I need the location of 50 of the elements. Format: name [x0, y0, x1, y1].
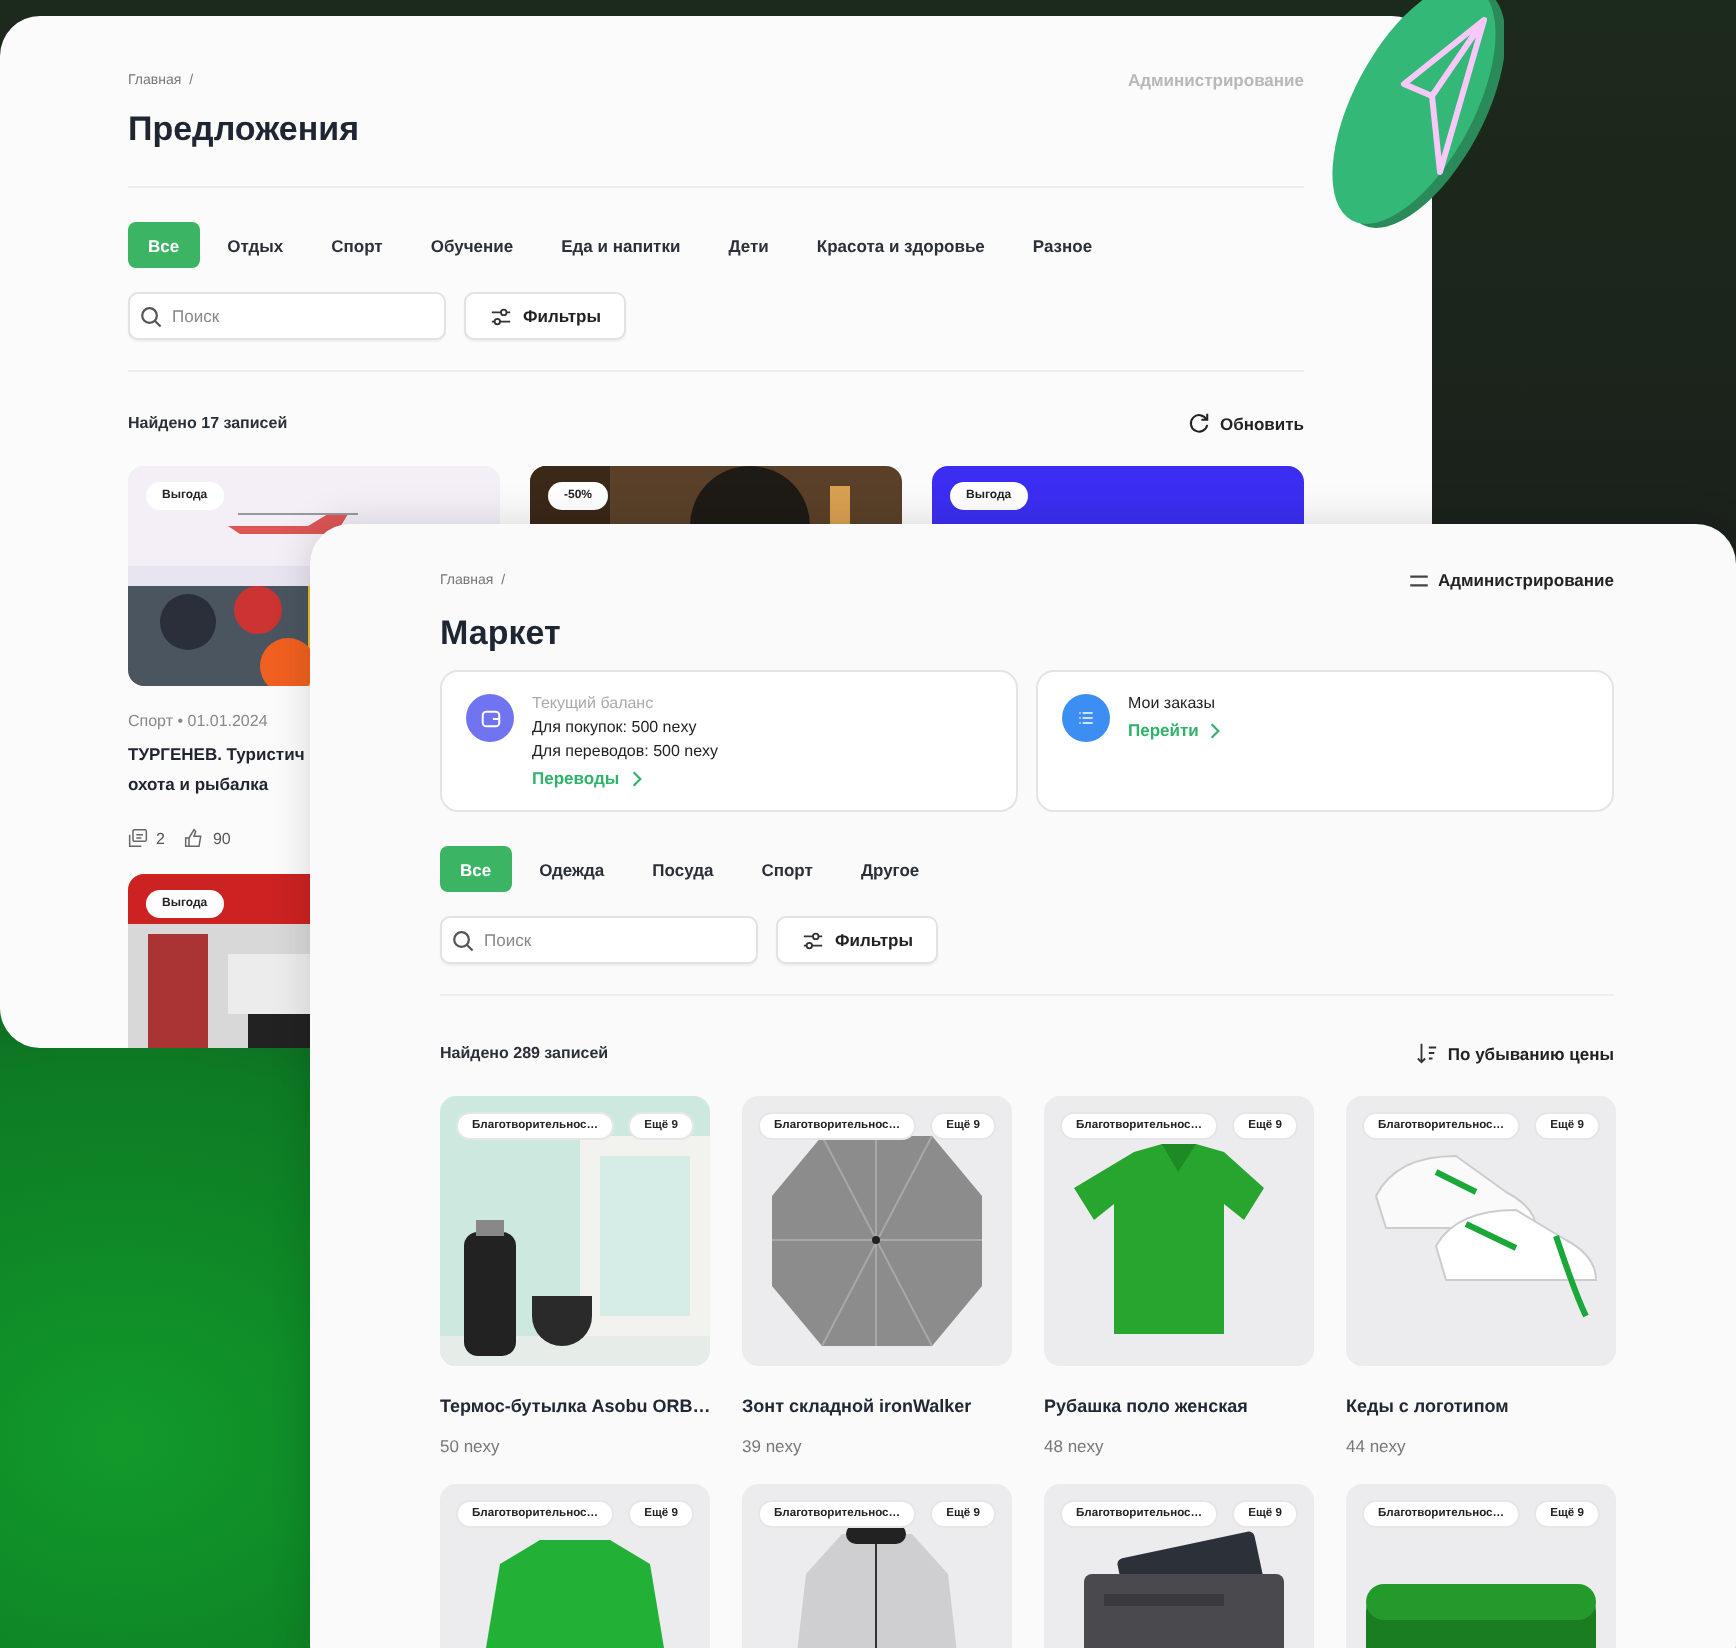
- product-title[interactable]: Кеды с логотипом: [1346, 1396, 1616, 1416]
- comments-icon: [128, 828, 148, 848]
- search-field[interactable]: Поиск: [440, 916, 758, 964]
- chevron-icon: [1210, 721, 1221, 739]
- page-title: Маркет: [440, 614, 563, 654]
- product-title[interactable]: Зонт складной ironWalker: [742, 1396, 1012, 1416]
- category-tab[interactable]: Дети: [708, 222, 789, 268]
- category-tab[interactable]: Одежда: [519, 846, 625, 892]
- balance-line: Для переводов: 500 nexy: [532, 742, 719, 762]
- product-title[interactable]: Рубашка поло женская: [1044, 1396, 1314, 1416]
- category-tab[interactable]: Красота и здоровье: [796, 222, 1005, 268]
- category-tab[interactable]: Спорт: [311, 222, 403, 268]
- refresh-button[interactable]: Обновить: [1187, 412, 1304, 434]
- orders-title: Мои заказы: [1128, 694, 1217, 714]
- offer-meta: Спорт • 01.01.2024: [128, 712, 268, 730]
- product-price: 44 nexy: [1346, 1436, 1408, 1456]
- sort-icon: [1415, 1042, 1438, 1064]
- balance-label: Текущий баланс: [532, 694, 656, 714]
- filters-button[interactable]: Фильтры: [776, 916, 938, 964]
- comments-count: 2: [156, 829, 165, 847]
- filter-icon: [801, 929, 823, 951]
- offer-title[interactable]: охота и рыбалка: [128, 770, 269, 800]
- results-count: Найдено 17 записей: [128, 414, 288, 432]
- product-price: 50 nexy: [440, 1436, 502, 1456]
- wallet-icon: [479, 707, 501, 729]
- list-icon: [1076, 708, 1096, 728]
- category-tab[interactable]: Отдых: [207, 222, 304, 268]
- category-tab[interactable]: Спорт: [741, 846, 833, 892]
- page-title: Предложения: [128, 110, 362, 150]
- filters-button[interactable]: Фильтры: [464, 292, 626, 340]
- product-price: 48 nexy: [1044, 1436, 1106, 1456]
- product-title[interactable]: Термос-бутылка Asobu ORB…: [440, 1396, 710, 1416]
- sort-button[interactable]: По убыванию цены: [1415, 1042, 1614, 1064]
- balance-line: Для покупок: 500 nexy: [532, 718, 699, 738]
- admin-button[interactable]: Администрирование: [1409, 570, 1614, 590]
- offer-title[interactable]: ТУРГЕНЕВ. Туристич: [128, 740, 305, 770]
- menu-icon: [1409, 573, 1428, 587]
- chevron-icon: [631, 769, 642, 787]
- likes-count: 90: [212, 829, 231, 847]
- product-price: 39 nexy: [742, 1436, 804, 1456]
- category-tab[interactable]: Еда и напитки: [541, 222, 701, 268]
- category-tab[interactable]: Обучение: [410, 222, 534, 268]
- search-field[interactable]: Поиск: [128, 292, 446, 340]
- likes-icon: [184, 828, 205, 848]
- category-tab[interactable]: Разное: [1012, 222, 1113, 268]
- category-tab[interactable]: Другое: [840, 846, 940, 892]
- filter-icon: [489, 305, 511, 327]
- results-count: Найдено 289 записей: [440, 1044, 609, 1062]
- refresh-icon: [1187, 412, 1210, 434]
- category-tab[interactable]: Посуда: [632, 846, 734, 892]
